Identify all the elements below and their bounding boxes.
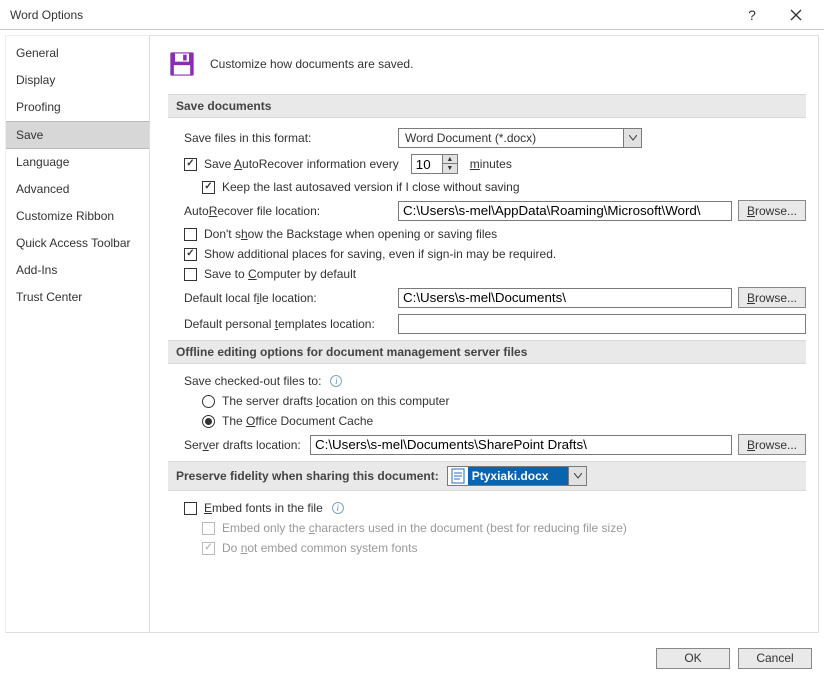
sidebar-item-language[interactable]: Language (6, 149, 149, 176)
keep-last-checkbox[interactable]: Keep the last autosaved version if I clo… (202, 180, 520, 194)
dont-show-backstage-label: Don't show the Backstage when opening or… (204, 227, 497, 241)
default-local-label: Default local file location: (184, 291, 392, 305)
sidebar-item-quick-access-toolbar[interactable]: Quick Access Toolbar (6, 230, 149, 257)
browse-default-local-button[interactable]: Browse... (738, 287, 806, 308)
embed-fonts-checkbox[interactable]: Embed fonts in the file (184, 501, 323, 515)
sidebar-item-advanced[interactable]: Advanced (6, 176, 149, 203)
sidebar-item-customize-ribbon[interactable]: Customize Ribbon (6, 203, 149, 230)
default-templates-input[interactable] (398, 314, 806, 334)
server-drafts-location-label: Server drafts location: (184, 438, 304, 452)
autorecover-location-label: AutoRecover file location: (184, 204, 392, 218)
dont-show-backstage-checkbox[interactable]: Don't show the Backstage when opening or… (184, 227, 497, 241)
checkbox-icon (202, 181, 215, 194)
save-icon (168, 50, 196, 78)
document-icon (451, 468, 465, 484)
checkbox-icon (184, 158, 197, 171)
default-local-input[interactable] (398, 288, 732, 308)
sidebar-item-proofing[interactable]: Proofing (6, 94, 149, 121)
autorecover-label: Save AutoRecover information every (204, 157, 399, 171)
save-to-computer-checkbox[interactable]: Save to Computer by default (184, 267, 356, 281)
checkbox-icon (202, 522, 215, 535)
content-panel: Customize how documents are saved. Save … (150, 35, 819, 633)
section-offline-editing: Offline editing options for document man… (168, 340, 806, 364)
preserve-header-text: Preserve fidelity when sharing this docu… (176, 469, 439, 483)
document-dropdown[interactable]: Ptyxiaki.docx (447, 466, 588, 486)
server-drafts-location-input[interactable] (310, 435, 732, 455)
office-cache-radio-label: The Office Document Cache (222, 414, 373, 428)
cancel-button[interactable]: Cancel (738, 648, 812, 669)
help-button[interactable]: ? (730, 1, 774, 29)
autorecover-location-input[interactable] (398, 201, 732, 221)
window-title: Word Options (10, 8, 730, 22)
server-drafts-radio-label: The server drafts location on this compu… (222, 394, 449, 408)
do-not-embed-label: Do not embed common system fonts (222, 541, 417, 555)
checkbox-icon (184, 248, 197, 261)
spinner-up-icon[interactable]: ▲ (443, 155, 457, 164)
info-icon[interactable]: i (332, 502, 344, 514)
embed-fonts-label: Embed fonts in the file (204, 501, 323, 515)
checkbox-icon (184, 502, 197, 515)
radio-icon (202, 395, 215, 408)
sidebar-item-trust-center[interactable]: Trust Center (6, 284, 149, 311)
browse-autorecover-button[interactable]: Browse... (738, 200, 806, 221)
format-value: Word Document (*.docx) (399, 131, 623, 145)
format-label: Save files in this format: (184, 131, 392, 145)
save-checkedout-label: Save checked-out files to: (184, 374, 321, 388)
sidebar-item-display[interactable]: Display (6, 67, 149, 94)
keep-last-label: Keep the last autosaved version if I clo… (222, 180, 520, 194)
sidebar-item-general[interactable]: General (6, 40, 149, 67)
sidebar: General Display Proofing Save Language A… (5, 35, 150, 633)
sidebar-item-add-ins[interactable]: Add-Ins (6, 257, 149, 284)
spinner-down-icon[interactable]: ▼ (443, 164, 457, 173)
radio-icon (202, 415, 215, 428)
info-icon[interactable]: i (330, 375, 342, 387)
close-button[interactable] (774, 1, 818, 29)
server-drafts-radio[interactable]: The server drafts location on this compu… (202, 394, 449, 408)
chevron-down-icon (623, 129, 641, 147)
checkbox-icon (202, 542, 215, 555)
sidebar-item-save[interactable]: Save (6, 121, 149, 149)
show-additional-label: Show additional places for saving, even … (204, 247, 556, 261)
do-not-embed-checkbox: Do not embed common system fonts (202, 541, 417, 555)
chevron-down-icon (568, 467, 586, 485)
ok-button[interactable]: OK (656, 648, 730, 669)
autorecover-minutes-spinner[interactable]: ▲▼ (411, 154, 458, 174)
default-templates-label: Default personal templates location: (184, 317, 392, 331)
autorecover-checkbox[interactable]: Save AutoRecover information every (184, 157, 399, 171)
save-to-computer-label: Save to Computer by default (204, 267, 356, 281)
intro-text: Customize how documents are saved. (210, 57, 413, 71)
autorecover-minutes-input[interactable] (412, 155, 442, 173)
section-preserve-fidelity: Preserve fidelity when sharing this docu… (168, 461, 806, 491)
dialog-footer: OK Cancel (0, 639, 824, 677)
office-cache-radio[interactable]: The Office Document Cache (202, 414, 373, 428)
titlebar: Word Options ? (0, 0, 824, 30)
checkbox-icon (184, 268, 197, 281)
minutes-label: minutes (470, 157, 512, 171)
close-icon (790, 9, 802, 21)
show-additional-checkbox[interactable]: Show additional places for saving, even … (184, 247, 556, 261)
document-name: Ptyxiaki.docx (468, 467, 569, 485)
section-save-documents: Save documents (168, 94, 806, 118)
embed-only-chars-checkbox: Embed only the characters used in the do… (202, 521, 627, 535)
browse-server-drafts-button[interactable]: Browse... (738, 434, 806, 455)
format-dropdown[interactable]: Word Document (*.docx) (398, 128, 642, 148)
checkbox-icon (184, 228, 197, 241)
embed-only-chars-label: Embed only the characters used in the do… (222, 521, 627, 535)
